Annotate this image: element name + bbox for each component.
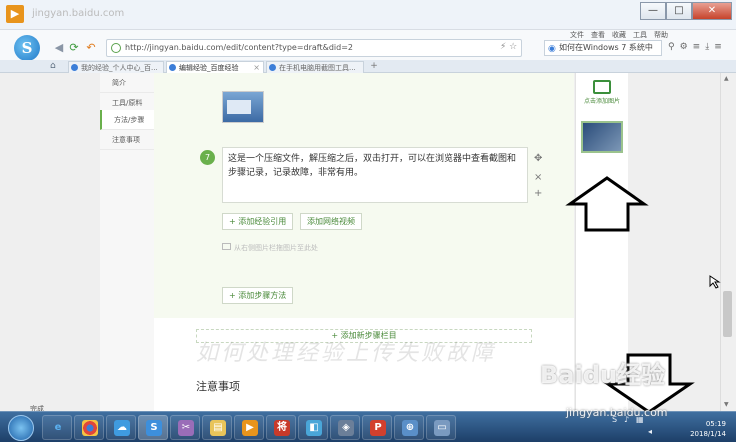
tray-icon-volume[interactable]: ◂	[648, 427, 652, 436]
folder-icon: ▤	[210, 420, 226, 436]
baidu-watermark: Baidu经验	[540, 361, 665, 389]
taskbar-display[interactable]: ▭	[426, 415, 456, 440]
taskbar-tools[interactable]: ◈	[330, 415, 360, 440]
display-icon: ▭	[434, 420, 450, 436]
taskbar-game[interactable]: 将	[266, 415, 296, 440]
taskbar-snipping[interactable]: ✂	[170, 415, 200, 440]
taskbar-network[interactable]: ⊕	[394, 415, 424, 440]
network-icon: ⊕	[402, 420, 418, 436]
ie-icon: e	[54, 422, 62, 433]
up-arrow-annotation	[565, 176, 649, 232]
mouse-cursor-icon	[709, 275, 721, 289]
browser-window: ▶ jingyan.baidu.com — □ ✕ S ◀ ⟳ ↶ http:/…	[0, 0, 736, 442]
browser-icon: S	[146, 420, 162, 436]
cloud-icon: ☁	[114, 420, 130, 436]
taskbar-photos[interactable]: ◧	[298, 415, 328, 440]
taskbar-explorer[interactable]: ▤	[202, 415, 232, 440]
taskbar-cloud[interactable]: ☁	[106, 415, 136, 440]
taskbar-ie[interactable]: e	[42, 415, 72, 440]
taskbar-clock[interactable]: 05:19 2018/1/14	[690, 419, 726, 439]
game-icon: 将	[274, 420, 290, 436]
clock-time: 05:19	[705, 420, 726, 428]
clock-date: 2018/1/14	[690, 430, 726, 438]
baidu-watermark-url: jingyan.baidu.com	[566, 406, 668, 419]
start-button[interactable]	[8, 415, 34, 441]
chrome-icon	[82, 420, 98, 436]
scissors-icon: ✂	[178, 420, 194, 436]
photos-icon: ◧	[306, 420, 322, 436]
taskbar-pdf[interactable]: P	[362, 415, 392, 440]
taskbar-media[interactable]: ▶	[234, 415, 264, 440]
pdf-icon: P	[370, 420, 386, 436]
taskbar-browser[interactable]: S	[138, 415, 168, 440]
tools-icon: ◈	[338, 420, 354, 436]
media-icon: ▶	[242, 420, 258, 436]
taskbar-chrome[interactable]	[74, 415, 104, 440]
